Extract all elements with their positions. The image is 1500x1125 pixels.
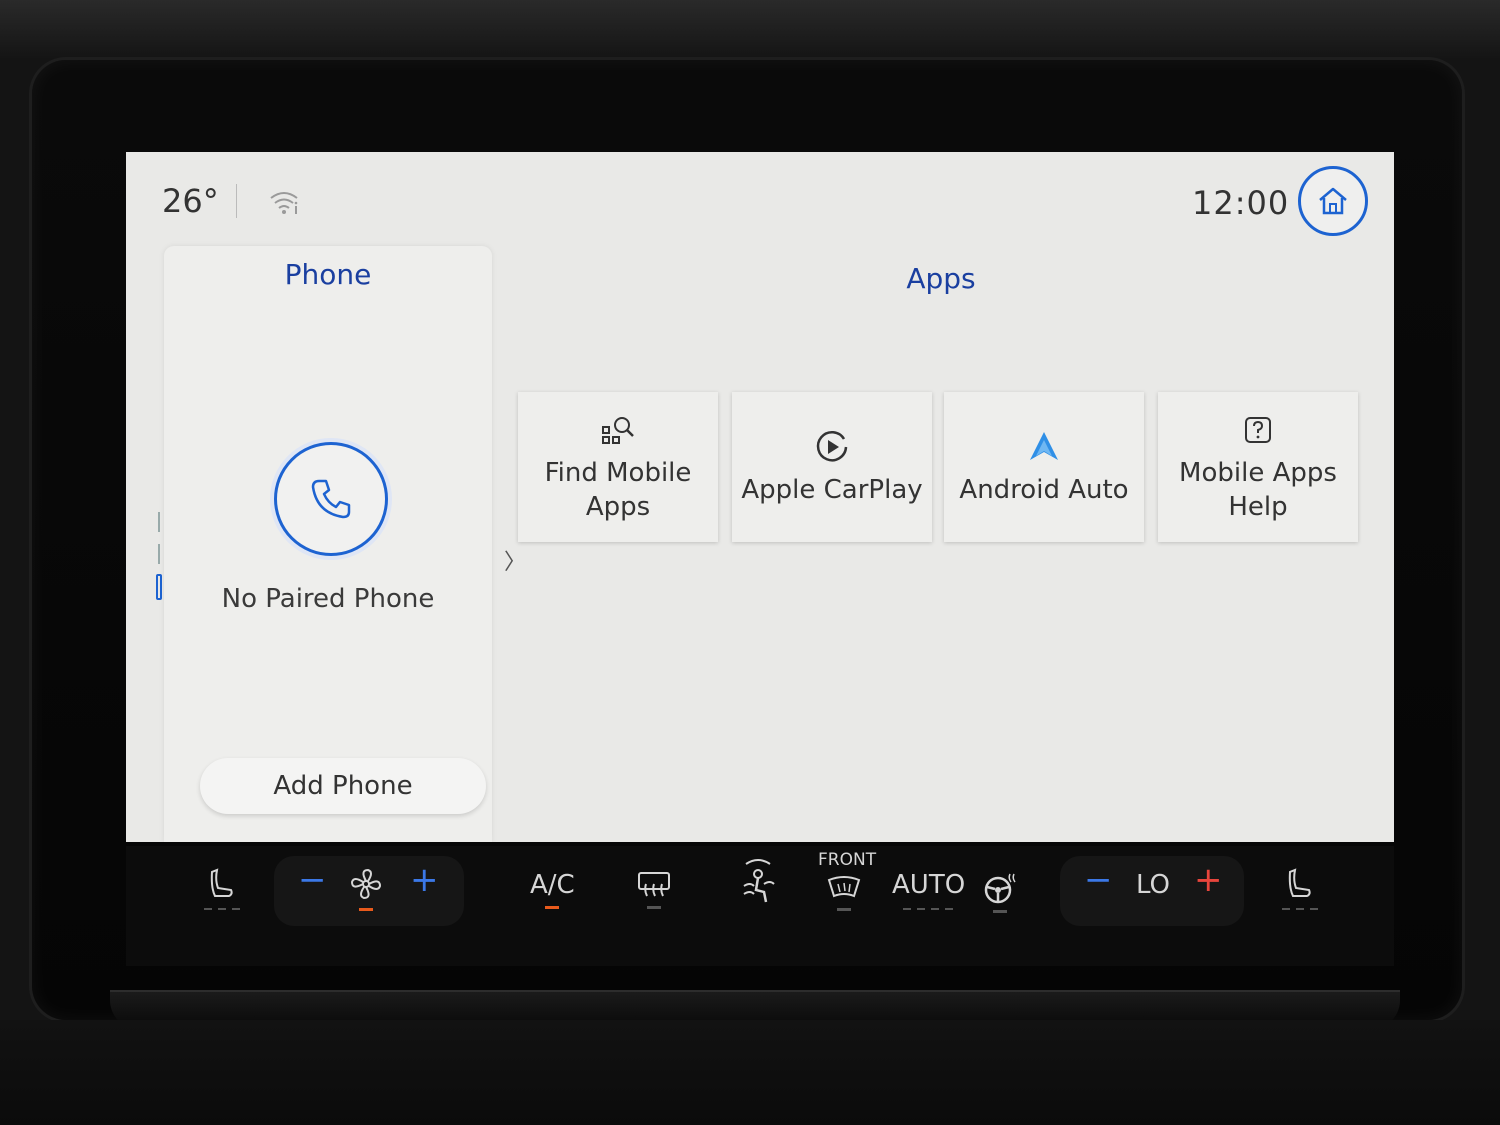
outside-temperature: 26°: [162, 182, 219, 220]
apple-carplay-tile[interactable]: Apple CarPlay: [732, 392, 932, 542]
rear-defrost-icon: [638, 872, 670, 897]
dashboard-top: [0, 0, 1500, 60]
climate-menu-icon: [743, 859, 775, 903]
android-auto-tile[interactable]: Android Auto: [944, 392, 1144, 542]
home-icon: [1319, 187, 1347, 215]
fan-increase-button[interactable]: +: [410, 860, 439, 900]
apps-panel-title: Apps: [906, 262, 976, 295]
fan-speed-button[interactable]: [348, 866, 384, 911]
temp-increase-button[interactable]: +: [1194, 860, 1223, 900]
fan-icon: [350, 868, 382, 900]
climate-bar: − + A/C FRONT AUTO − LO +: [126, 846, 1394, 966]
clock: 12:00: [1192, 184, 1290, 222]
phone-panel: Phone No Paired Phone Add Phone: [164, 246, 492, 842]
tile-label: Mobile Apps Help: [1179, 458, 1337, 522]
seat-heat-icon: [1288, 868, 1311, 897]
phone-icon: [311, 479, 351, 519]
heated-steering-wheel-button[interactable]: [982, 872, 1018, 913]
dashboard-bottom: [0, 1020, 1500, 1125]
front-defrost-icon: [827, 876, 861, 898]
front-defrost-label: FRONT: [818, 850, 877, 870]
front-defrost-button[interactable]: [826, 874, 862, 911]
page-scroll-indicator[interactable]: [156, 512, 164, 602]
auto-climate-button[interactable]: AUTO: [892, 870, 965, 910]
steering-wheel-heat-icon: [984, 873, 1016, 904]
phone-button[interactable]: [274, 442, 388, 556]
find-mobile-apps-tile[interactable]: Find Mobile Apps: [518, 392, 718, 542]
temp-decrease-button[interactable]: −: [1084, 860, 1113, 900]
carplay-icon: [816, 431, 848, 462]
status-divider: [236, 184, 237, 218]
tile-label: Android Auto: [959, 475, 1129, 505]
wifi-info-icon: [270, 192, 298, 214]
tile-label: Find Mobile Apps: [544, 458, 692, 522]
mobile-apps-help-tile[interactable]: Mobile Apps Help: [1158, 392, 1358, 542]
phone-status: No Paired Phone: [221, 584, 435, 614]
driver-seat-button[interactable]: [204, 866, 240, 910]
ac-button[interactable]: A/C: [530, 870, 575, 909]
rear-defrost-button[interactable]: [636, 870, 672, 909]
phone-panel-title[interactable]: Phone: [164, 258, 492, 291]
tile-label: Apple CarPlay: [741, 475, 923, 505]
chevron-right-icon[interactable]: 〉: [504, 544, 526, 576]
seat-heat-icon: [210, 868, 233, 897]
passenger-seat-button[interactable]: [1282, 866, 1318, 910]
air-recirculation-button[interactable]: [736, 856, 780, 906]
passenger-temperature: LO: [1136, 870, 1171, 900]
fan-decrease-button[interactable]: −: [298, 860, 327, 900]
find-apps-icon: [602, 417, 634, 444]
help-icon: [1245, 417, 1271, 443]
home-button[interactable]: [1298, 166, 1368, 236]
add-phone-button[interactable]: Add Phone: [200, 758, 486, 814]
infotainment-screen: 26° 12:00 Phone No Paired Phone Add Phon…: [126, 152, 1394, 842]
android-auto-icon: [1030, 432, 1058, 460]
